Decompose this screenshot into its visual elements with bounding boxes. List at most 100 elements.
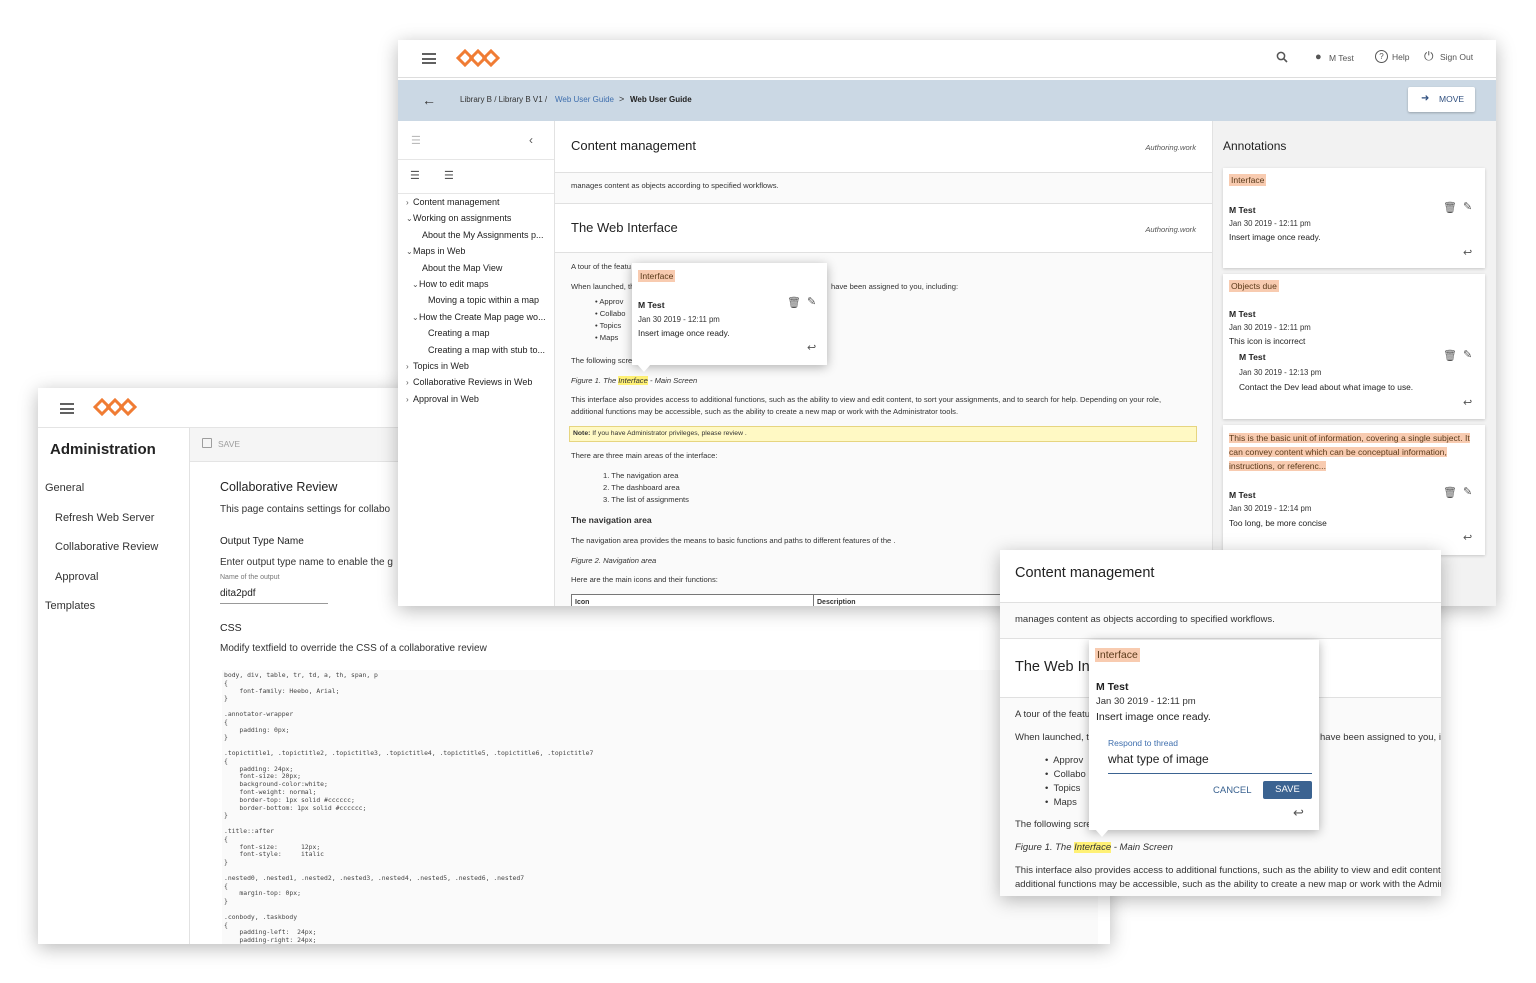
output-type-description: Enter output type name to enable the g — [220, 557, 393, 568]
edit-icon[interactable]: ✎ — [807, 297, 816, 308]
annotation-card[interactable]: Interface M Test Jan 30 2019 - 12:11 pm … — [1223, 168, 1485, 268]
delete-icon[interactable]: 🗑 — [1443, 351, 1457, 362]
save-label: SAVE — [1275, 784, 1300, 795]
chevron-icon[interactable]: › — [406, 378, 413, 387]
reply-icon[interactable]: ↩ — [807, 343, 816, 354]
annotation-quote: Interface — [1095, 648, 1140, 662]
list-item: 2. The dashboard area — [603, 483, 680, 492]
figure-caption: Figure 2. Navigation area — [571, 556, 657, 565]
table-of-contents: ☰ ‹ ☰ ☰ › Content management ⌄Working on a… — [398, 121, 555, 606]
toc-item[interactable]: › Approval in Web — [406, 394, 479, 404]
output-name-input[interactable]: dita2pdf — [220, 586, 328, 604]
toc-item[interactable]: › Content management — [406, 197, 500, 207]
collapse-all-icon[interactable]: ☰ — [444, 171, 454, 182]
list-icon[interactable]: ☰ — [411, 136, 421, 147]
annotation-quote: This is the basic unit of information, c… — [1229, 433, 1470, 471]
nav-refresh-web-server[interactable]: Refresh Web Server — [55, 512, 154, 524]
section-title: The Web In — [1015, 659, 1090, 675]
toc-item[interactable]: Creating a map with stub to... — [428, 345, 545, 355]
toc-item[interactable]: Moving a topic within a map — [428, 295, 539, 305]
move-button[interactable]: ➜ MOVE — [1408, 87, 1475, 112]
toc-item[interactable]: Creating a map — [428, 328, 490, 338]
chevron-icon[interactable]: ⌄ — [412, 313, 419, 322]
annotations-panel: Annotations Interface M Test Jan 30 2019… — [1212, 121, 1496, 606]
note-box: Note: If you have Administrator privileg… — [569, 426, 1197, 442]
document-viewer: Content management Authoring.work manage… — [555, 121, 1212, 606]
reply-input[interactable]: what type of image — [1108, 752, 1312, 774]
reply-text: Contact the Dev lead about what image to… — [1239, 382, 1414, 392]
body-text: The following scre — [571, 356, 633, 365]
delete-icon[interactable]: 🗑 — [1443, 488, 1457, 499]
chevron-icon[interactable]: › — [406, 198, 413, 207]
toc-item[interactable]: ⌄How to edit maps — [412, 279, 489, 289]
chevron-icon[interactable]: › — [406, 395, 413, 404]
toc-item[interactable]: ⌄How the Create Map page wo... — [412, 312, 546, 322]
toc-item[interactable]: › Collaborative Reviews in Web — [406, 377, 532, 387]
annotation-text: Insert image once ready. — [1229, 232, 1321, 242]
breadcrumb-bar: ← Library B / Library B V1 / Web User Gu… — [398, 80, 1496, 121]
reply-author: M Test — [1239, 352, 1266, 362]
back-arrow-icon[interactable]: ← — [422, 93, 436, 107]
output-type-heading: Output Type Name — [220, 536, 304, 547]
section-tag: Authoring.work — [1145, 225, 1196, 234]
figure-caption: Figure 1. The Interface - Main Screen — [1015, 842, 1173, 853]
nav-general[interactable]: General — [45, 482, 84, 494]
menu-icon[interactable] — [60, 403, 74, 414]
toc-item[interactable]: About the Map View — [422, 263, 502, 273]
annotations-title: Annotations — [1223, 139, 1287, 153]
reply-icon[interactable]: ↩ — [1463, 398, 1472, 409]
list-item: • Topics — [595, 321, 622, 330]
user-name[interactable]: M Test — [1329, 53, 1354, 63]
toc-item[interactable]: ⌄Working on assignments — [406, 213, 511, 223]
web-user-guide-window: ● M Test ? Help ⏻ Sign Out ← Library B /… — [398, 40, 1496, 606]
figure-caption: Figure 1. The Interface - Main Screen — [571, 376, 698, 385]
edit-icon[interactable]: ✎ — [1463, 487, 1472, 498]
brand-logo — [92, 397, 138, 417]
chevron-icon[interactable]: › — [406, 362, 413, 371]
annotation-author: M Test — [1229, 490, 1256, 500]
annotation-quote: Objects due — [1229, 280, 1279, 292]
body-text: Here are the main icons and their functi… — [571, 575, 718, 584]
help-link[interactable]: Help — [1392, 52, 1409, 62]
reply-icon[interactable]: ↩ — [1463, 248, 1472, 259]
nav-collaborative-review[interactable]: Collaborative Review — [55, 541, 158, 553]
chevron-icon[interactable]: ⌄ — [406, 247, 413, 256]
css-textfield[interactable]: body, div, table, tr, td, a, th, span, p… — [222, 670, 1098, 944]
list-item: • Topics — [1045, 783, 1081, 794]
search-icon[interactable] — [1276, 51, 1288, 63]
toc-item-label: Moving a topic within a map — [428, 295, 540, 306]
annotation-card[interactable]: Objects due M Test Jan 30 2019 - 12:11 p… — [1223, 274, 1485, 419]
output-field-label: Name of the output — [220, 574, 280, 581]
toc-item[interactable]: About the My Assignments p... — [422, 230, 544, 240]
annotation-card[interactable]: This is the basic unit of information, c… — [1223, 425, 1485, 555]
save-button[interactable]: SAVE — [1263, 781, 1312, 799]
delete-icon[interactable]: 🗑 — [787, 298, 801, 309]
body-text: additional functions may be accessible, … — [1015, 879, 1441, 890]
breadcrumb-link[interactable]: Web User Guide — [555, 95, 614, 104]
toc-item[interactable]: ⌄Maps in Web — [406, 246, 465, 256]
reply-icon[interactable]: ↩ — [1463, 533, 1472, 544]
collapse-chevron-icon[interactable]: ‹ — [529, 134, 533, 146]
edit-icon[interactable]: ✎ — [1463, 350, 1472, 361]
nav-templates[interactable]: Templates — [45, 600, 95, 612]
highlighted-term[interactable]: Interface — [1074, 842, 1112, 853]
reply-icon[interactable]: ↩ — [1293, 806, 1304, 819]
toc-item[interactable]: › Topics in Web — [406, 361, 469, 371]
save-button[interactable]: SAVE — [218, 439, 240, 449]
section-header: Content management — [1000, 550, 1441, 603]
chevron-icon[interactable]: ⌄ — [412, 280, 419, 289]
body-text: This interface also provides access to a… — [571, 395, 1162, 404]
toc-item-label: Working on assignments — [413, 213, 512, 224]
sign-out-link[interactable]: Sign Out — [1440, 52, 1473, 62]
nav-approval[interactable]: Approval — [55, 571, 98, 583]
expand-all-icon[interactable]: ☰ — [410, 171, 420, 182]
cancel-button[interactable]: CANCEL — [1213, 785, 1252, 796]
highlighted-term[interactable]: Interface — [618, 376, 648, 385]
section-title: Content management — [571, 138, 697, 153]
menu-icon[interactable] — [422, 53, 436, 64]
chevron-icon[interactable]: ⌄ — [406, 214, 413, 223]
edit-icon[interactable]: ✎ — [1463, 202, 1472, 213]
delete-icon[interactable]: 🗑 — [1443, 203, 1457, 214]
annotation-date: Jan 30 2019 - 12:11 pm — [1229, 323, 1311, 332]
toc-item-label: Topics in Web — [413, 361, 469, 371]
